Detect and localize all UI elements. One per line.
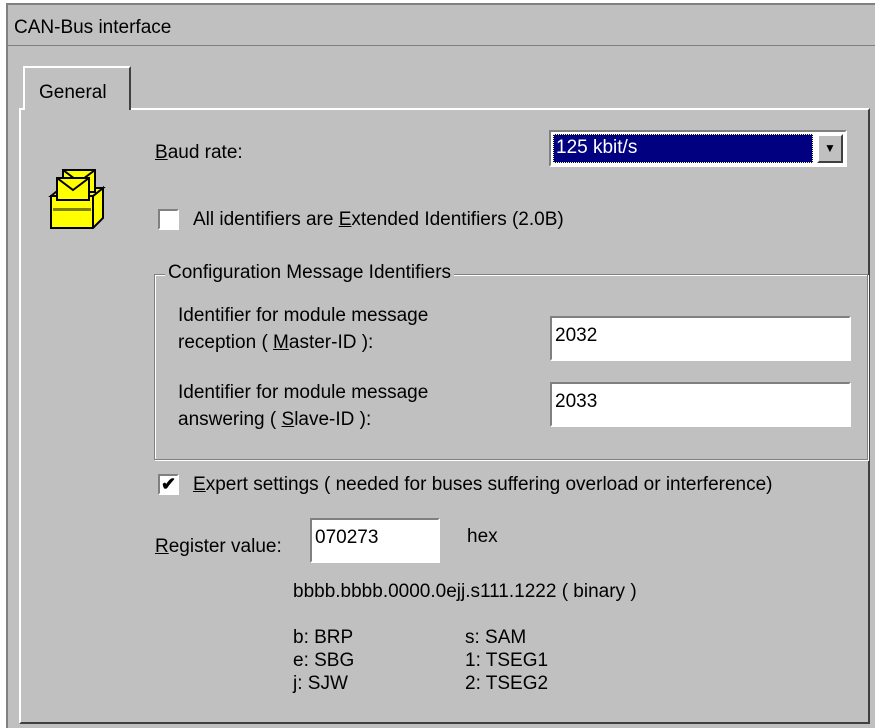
extended-identifiers-checkbox[interactable] [158,209,179,230]
master-id-input[interactable]: 2032 [550,316,851,361]
extended-identifiers-label-after: xtended Identifiers (2.0B) [351,209,564,230]
slave-id-label-line1: Identifier for module message [178,382,429,403]
legend-brp: b: BRP [293,627,354,648]
title-bar: CAN-Bus interface [8,5,875,46]
extended-identifiers-label-before: All identifiers are [193,209,339,230]
register-value-label-text: egister value: [168,536,282,557]
register-unit: hex [467,526,498,547]
master-id-accelerator: M [273,332,289,353]
general-panel: Baud rate: 125 kbit/s ▼ All identifiers … [19,108,870,724]
slave-id-input[interactable]: 2033 [550,382,851,427]
legend-sjw: j: SJW [293,673,348,694]
baud-rate-accelerator: B [155,142,168,163]
legend-sbg: e: SBG [293,650,355,671]
slave-id-label-line2: answering ( Slave-ID ): [178,409,371,431]
configuration-message-identifiers-group: Configuration Message Identifiers Identi… [154,262,868,460]
expert-settings-accelerator: E [193,474,206,495]
legend-tseg2: 2: TSEG2 [465,673,549,694]
expert-settings-checkbox[interactable]: ✔ [158,474,179,495]
legend-sam: s: SAM [465,627,527,648]
slave-id-label-after: lave-ID ): [294,409,372,430]
master-id-label-line1: Identifier for module message [178,305,429,326]
slave-id-label-before: answering ( [178,409,282,430]
expert-settings-label-text: xpert settings ( needed for buses suffer… [205,474,773,495]
group-title: Configuration Message Identifiers [165,262,455,284]
master-id-label-line2: reception ( Master-ID ): [178,332,373,354]
binary-format-text: bbbb.bbbb.0000.0ejj.s111.1222 ( binary ) [293,581,637,602]
extended-identifiers-accelerator: E [338,209,352,230]
baud-rate-selected-value: 125 kbit/s [553,134,813,163]
master-id-label-after: aster-ID ): [288,332,374,353]
dropdown-arrow-icon[interactable]: ▼ [817,134,843,163]
tab-general[interactable]: General [23,66,131,110]
register-value-accelerator: R [155,536,169,557]
slave-id-accelerator: S [281,409,295,430]
baud-rate-label: Baud rate: [155,142,243,164]
baud-rate-label-text: aud rate: [167,142,243,163]
extended-identifiers-label: All identifiers are Extended Identifiers… [193,209,564,231]
expert-settings-label: Expert settings ( needed for buses suffe… [193,474,773,496]
legend-tseg1: 1: TSEG1 [465,650,549,671]
master-id-label-before: reception ( [178,332,274,353]
can-bus-dialog: CAN-Bus interface General Baud rate: 125… [6,3,875,728]
register-value-label: Register value: [155,536,282,558]
envelope-inbox-tray-icon [48,169,106,229]
baud-rate-select[interactable]: 125 kbit/s ▼ [549,130,847,167]
tab-general-label: General [39,82,107,103]
register-value-input[interactable]: 070273 [310,518,440,563]
window-title: CAN-Bus interface [14,17,172,38]
